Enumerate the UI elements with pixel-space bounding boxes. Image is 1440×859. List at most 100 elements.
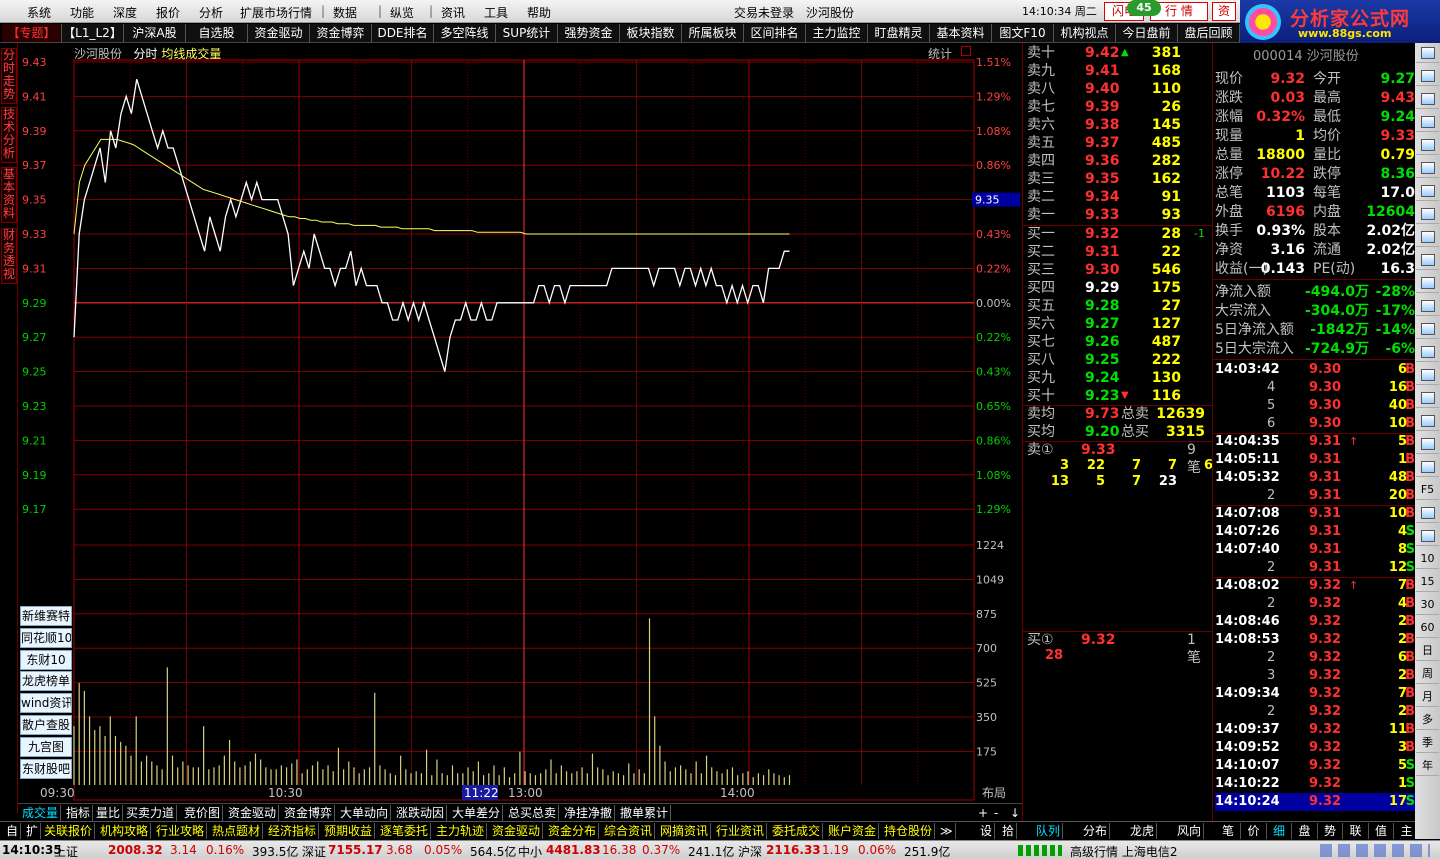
toolbar-button-20[interactable]	[1416, 503, 1439, 523]
quote-bottom-tab-6[interactable]: 值	[1369, 823, 1394, 839]
toolbar-button-28[interactable]: 月	[1416, 687, 1439, 707]
indicator-tab-1[interactable]: 指标	[64, 805, 94, 821]
toolbar-button-7[interactable]	[1416, 204, 1439, 224]
indicator-tab-8[interactable]: 涨跌动因	[394, 805, 448, 821]
ask-row[interactable]: 卖七 9.39 26	[1027, 98, 1209, 116]
menu-item-0[interactable]: 系统	[27, 4, 51, 21]
module-tab-14[interactable]: 盯盘精灵	[868, 24, 930, 42]
toolbar-button-29[interactable]: 多	[1416, 710, 1439, 730]
bid-row[interactable]: 买六 9.27 127	[1027, 315, 1209, 333]
module-tab-18[interactable]: 今日盘前	[1116, 24, 1178, 42]
toolbar-button-19[interactable]: F5	[1416, 480, 1439, 500]
bid-row[interactable]: 买一 9.32 28 -1	[1027, 225, 1209, 243]
module-tab-5[interactable]: 资金博弈	[310, 24, 372, 42]
bid-row[interactable]: 买八 9.25 222	[1027, 351, 1209, 369]
bottom-tab-14[interactable]: 行业资讯	[714, 823, 768, 839]
tick-row[interactable]: 14:07:40 9.31 8 S	[1215, 541, 1415, 559]
toolbar-button-1[interactable]	[1416, 66, 1439, 86]
module-tab-17[interactable]: 机构视点	[1054, 24, 1116, 42]
orderbook-bottom-tab-3[interactable]: 风向	[1175, 823, 1205, 839]
side-button-3[interactable]: 龙虎榜单	[20, 671, 72, 692]
menu-item-8[interactable]: 资讯	[441, 4, 465, 21]
chart-control-1[interactable]: -	[992, 805, 1000, 821]
indicator-tab-11[interactable]: 净挂净撤	[562, 805, 616, 821]
tick-row[interactable]: 14:08:53 9.32 2 B	[1215, 631, 1415, 649]
tick-row[interactable]: 2 9.31 20 B	[1215, 487, 1415, 505]
toolbar-button-27[interactable]: 周	[1416, 664, 1439, 684]
bottom-tab-10[interactable]: 资金驱动	[490, 823, 544, 839]
module-tab-0[interactable]: 【专题】	[2, 24, 62, 42]
bid-row[interactable]: 买五 9.28 27	[1027, 297, 1209, 315]
module-tab-19[interactable]: 盘后回顾	[1178, 24, 1240, 42]
capital-button[interactable]: 资	[1212, 2, 1236, 21]
module-tab-15[interactable]: 基本资料	[930, 24, 992, 42]
quote-bottom-tab-1[interactable]: 价	[1242, 823, 1267, 839]
side-button-6[interactable]: 九宫图	[20, 736, 72, 757]
module-tab-13[interactable]: 主力监控	[806, 24, 868, 42]
tick-row[interactable]: 14:10:07 9.32 5 S	[1215, 757, 1415, 775]
indicator-tab-0[interactable]: 成交量	[20, 805, 62, 821]
menu-item-9[interactable]: 工具	[484, 4, 508, 21]
toolbar-button-8[interactable]	[1416, 227, 1439, 247]
vertical-tab-3[interactable]: 财务透视	[1, 228, 17, 284]
chart-control-0[interactable]: +	[976, 805, 990, 821]
toolbar-button-31[interactable]: 年	[1416, 756, 1439, 776]
toolbar-button-15[interactable]	[1416, 388, 1439, 408]
bottom-tab-12[interactable]: 综合资讯	[602, 823, 656, 839]
menu-item-7[interactable]: 纵览	[390, 4, 414, 21]
menu-item-6[interactable]: 数据	[333, 4, 357, 21]
side-button-4[interactable]: wind资讯	[20, 693, 72, 714]
toolbar-button-23[interactable]: 15	[1416, 572, 1439, 592]
ask-row[interactable]: 卖十 9.42 ▲ 381	[1027, 44, 1209, 62]
tick-row[interactable]: 6 9.30 10 B	[1215, 415, 1415, 433]
tick-row[interactable]: 14:08:02 9.32 ↑ 7 B	[1215, 577, 1415, 595]
tick-row[interactable]: 14:05:11 9.31 1 B	[1215, 451, 1415, 469]
side-button-2[interactable]: 东财10	[20, 649, 72, 670]
tick-row[interactable]: 14:10:24 9.32 17 S	[1215, 793, 1415, 811]
indicator-tab-12[interactable]: 撤单累计	[618, 805, 672, 821]
tick-row[interactable]: 14:04:35 9.31 ↑ 5 B	[1215, 433, 1415, 451]
module-tab-10[interactable]: 板块指数	[620, 24, 682, 42]
tick-row[interactable]: 2 9.32 2 B	[1215, 703, 1415, 721]
side-button-1[interactable]: 同花顺10	[20, 627, 72, 648]
module-tab-9[interactable]: 强势资金	[558, 24, 620, 42]
quote-bottom-tab-0[interactable]: 笔	[1216, 823, 1241, 839]
tick-row[interactable]: 2 9.32 4 B	[1215, 595, 1415, 613]
bottom-tab-3[interactable]: 机构攻略	[98, 823, 152, 839]
tick-row[interactable]: 4 9.30 16 B	[1215, 379, 1415, 397]
toolbar-button-12[interactable]	[1416, 319, 1439, 339]
ask-row[interactable]: 卖二 9.34 91	[1027, 188, 1209, 206]
indicator-tab-3[interactable]: 买卖力道	[124, 805, 178, 821]
bid-row[interactable]: 买四 9.29 175	[1027, 279, 1209, 297]
indicator-tab-6[interactable]: 资金博弈	[282, 805, 336, 821]
toolbar-button-2[interactable]	[1416, 89, 1439, 109]
toolbar-button-25[interactable]: 60	[1416, 618, 1439, 638]
indicator-tab-4[interactable]: 竞价图	[182, 805, 224, 821]
tick-row[interactable]: 14:09:37 9.32 11 B	[1215, 721, 1415, 739]
bottom-tab-9[interactable]: 主力轨迹	[434, 823, 488, 839]
module-tab-11[interactable]: 所属板块	[682, 24, 744, 42]
toolbar-button-10[interactable]	[1416, 273, 1439, 293]
vertical-tab-2[interactable]: 基本资料	[1, 167, 17, 223]
tick-row[interactable]: 14:09:52 9.32 3 B	[1215, 739, 1415, 757]
toolbar-button-30[interactable]: 季	[1416, 733, 1439, 753]
toolbar-button-4[interactable]	[1416, 135, 1439, 155]
bottom-tab-18[interactable]: ≫	[938, 823, 956, 839]
toolbar-button-21[interactable]	[1416, 526, 1439, 546]
bid-row[interactable]: 买七 9.26 487	[1027, 333, 1209, 351]
layout-button[interactable]: 布局	[982, 786, 1006, 800]
quote-bottom-tab-2[interactable]: 细	[1267, 823, 1292, 839]
toolbar-button-14[interactable]	[1416, 365, 1439, 385]
bottom-tab-19[interactable]: 设	[978, 823, 996, 839]
toolbar-button-5[interactable]	[1416, 158, 1439, 178]
side-button-7[interactable]: 东财股吧	[20, 758, 72, 779]
vertical-tab-1[interactable]: 技术分析	[1, 107, 17, 163]
tick-row[interactable]: 2 9.32 6 B	[1215, 649, 1415, 667]
menu-item-10[interactable]: 帮助	[527, 4, 551, 21]
bottom-tab-7[interactable]: 预期收益	[322, 823, 376, 839]
module-tab-7[interactable]: 多空阵线	[434, 24, 496, 42]
quote-bottom-tab-5[interactable]: 联	[1344, 823, 1369, 839]
toolbar-button-16[interactable]	[1416, 411, 1439, 431]
sell1-row[interactable]: 卖① 9.33 9笔	[1027, 441, 1209, 476]
module-tab-12[interactable]: 区间排名	[744, 24, 806, 42]
